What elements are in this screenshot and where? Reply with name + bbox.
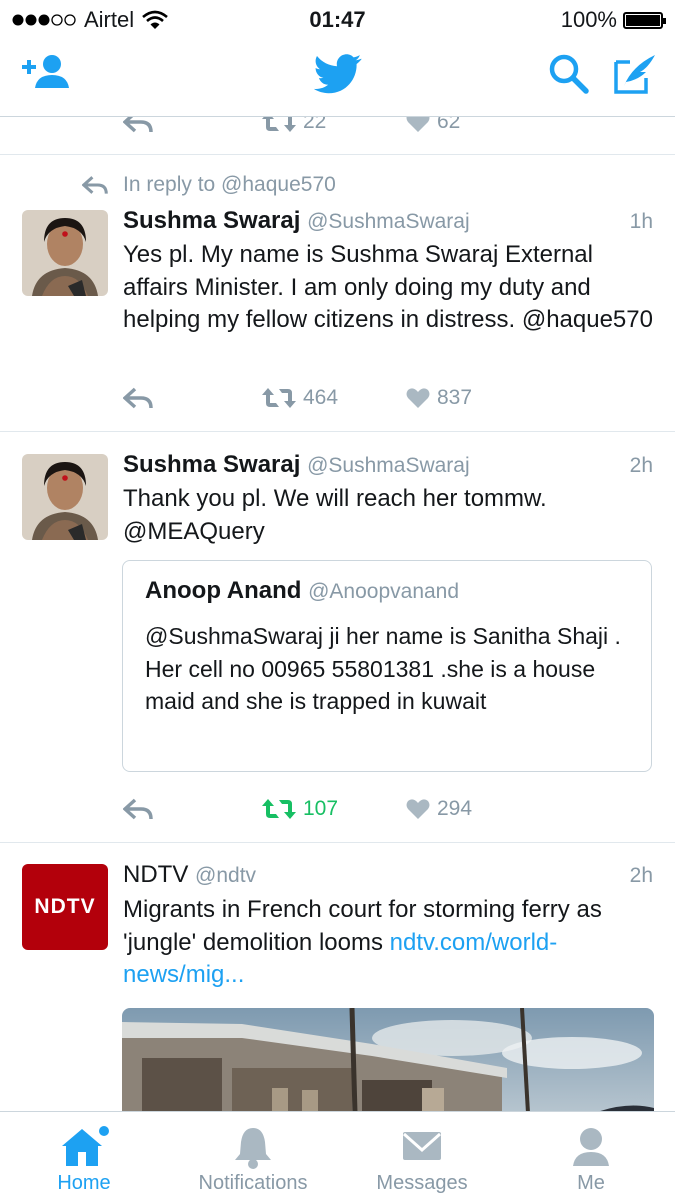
retweet-count: 22 bbox=[303, 117, 327, 133]
status-bar: Airtel 01:47 100% bbox=[0, 0, 675, 38]
divider bbox=[0, 154, 675, 155]
avatar[interactable] bbox=[22, 210, 108, 296]
display-name[interactable]: Sushma Swaraj bbox=[123, 451, 300, 478]
reply-icon bbox=[123, 798, 153, 820]
tab-label: Home bbox=[57, 1172, 111, 1194]
tab-label: Me bbox=[577, 1172, 605, 1194]
person-icon bbox=[573, 1128, 609, 1166]
profile-photo bbox=[22, 454, 108, 540]
tweet-header: NDTV @ndtv bbox=[123, 861, 256, 889]
tweet-timestamp: 1h bbox=[629, 210, 653, 233]
user-handle[interactable]: @SushmaSwaraj bbox=[307, 454, 470, 477]
retweet-button[interactable]: 464 bbox=[261, 386, 338, 410]
compose-tweet-icon[interactable] bbox=[612, 52, 658, 96]
avatar[interactable]: NDTV bbox=[22, 864, 108, 950]
tab-notifications[interactable]: Notifications bbox=[169, 1112, 337, 1201]
tweet-text: Yes pl. My name is Sushma Swaraj Externa… bbox=[123, 241, 653, 333]
reply-arrow-icon bbox=[82, 176, 108, 194]
tweet-timestamp: 2h bbox=[629, 454, 653, 477]
tweet-text: Migrants in French court for storming fe… bbox=[123, 894, 653, 992]
avatar[interactable] bbox=[22, 454, 108, 540]
profile-photo bbox=[22, 210, 108, 296]
retweet-icon bbox=[262, 388, 296, 408]
heart-icon bbox=[406, 117, 430, 132]
heart-icon bbox=[406, 799, 430, 819]
tweet-header: Sushma Swaraj @SushmaSwaraj bbox=[123, 451, 470, 479]
ndtv-logo: NDTV bbox=[34, 895, 96, 918]
retweet-button[interactable]: 22 bbox=[261, 117, 326, 134]
retweet-icon bbox=[262, 799, 296, 819]
tweet-media-image[interactable] bbox=[122, 1008, 654, 1111]
user-handle[interactable]: @SushmaSwaraj bbox=[307, 210, 470, 233]
search-icon[interactable] bbox=[548, 52, 590, 96]
reply-button[interactable] bbox=[123, 117, 153, 133]
display-name[interactable]: Sushma Swaraj bbox=[123, 207, 300, 234]
heart-icon bbox=[406, 388, 430, 408]
timeline-feed[interactable]: 22 62 In reply to @haque570 Sushma Swara… bbox=[0, 117, 675, 1111]
tab-label: Messages bbox=[376, 1172, 468, 1194]
tab-messages[interactable]: Messages bbox=[338, 1112, 506, 1201]
reply-icon bbox=[123, 117, 153, 133]
retweet-count: 464 bbox=[303, 386, 339, 409]
add-user-icon[interactable] bbox=[20, 52, 70, 96]
retweet-button-active[interactable]: 107 bbox=[261, 797, 338, 821]
divider bbox=[0, 431, 675, 432]
like-button[interactable]: 294 bbox=[405, 797, 472, 821]
quoted-display-name: Anoop Anand bbox=[145, 577, 302, 604]
like-button[interactable]: 62 bbox=[405, 117, 460, 134]
divider bbox=[0, 842, 675, 843]
reply-button[interactable] bbox=[123, 387, 153, 409]
camp-photo bbox=[122, 1008, 654, 1111]
bell-icon bbox=[235, 1128, 271, 1169]
like-count: 837 bbox=[437, 386, 473, 409]
battery-percent: 100% bbox=[560, 7, 617, 32]
quoted-user-handle: @Anoopvanand bbox=[308, 580, 460, 603]
bottom-tab-bar: Home Notifications Messages Me bbox=[0, 1111, 675, 1201]
like-count: 62 bbox=[437, 117, 461, 133]
like-button[interactable]: 837 bbox=[405, 386, 472, 410]
in-reply-to-label[interactable]: In reply to @haque570 bbox=[123, 173, 336, 197]
reply-icon bbox=[123, 387, 153, 409]
envelope-icon bbox=[403, 1132, 441, 1160]
user-handle[interactable]: @ndtv bbox=[195, 864, 256, 887]
tab-me[interactable]: Me bbox=[507, 1112, 675, 1201]
display-name[interactable]: NDTV bbox=[123, 861, 188, 888]
tab-label: Notifications bbox=[198, 1172, 308, 1194]
top-nav-bar bbox=[0, 38, 675, 117]
reply-button[interactable] bbox=[123, 798, 153, 820]
tab-home[interactable]: Home bbox=[0, 1112, 168, 1201]
tweet-timestamp: 2h bbox=[629, 864, 653, 887]
quoted-tweet-header: Anoop Anand @Anoopvanand bbox=[145, 577, 459, 605]
retweet-count: 107 bbox=[303, 797, 339, 820]
tweet-text: Thank you pl. We will reach her tommw. @… bbox=[123, 485, 547, 545]
tweet-header: Sushma Swaraj @SushmaSwaraj bbox=[123, 207, 470, 235]
quoted-tweet-card[interactable]: Anoop Anand @Anoopvanand @SushmaSwaraj j… bbox=[122, 560, 652, 772]
like-count: 294 bbox=[437, 797, 473, 820]
battery-icon bbox=[623, 11, 666, 29]
home-icon bbox=[62, 1126, 109, 1166]
battery-group: 100% bbox=[560, 7, 666, 33]
quoted-tweet-text: @SushmaSwaraj ji her name is Sanitha Sha… bbox=[145, 623, 621, 714]
twitter-bird-icon[interactable] bbox=[314, 54, 362, 94]
retweet-icon bbox=[262, 117, 296, 132]
